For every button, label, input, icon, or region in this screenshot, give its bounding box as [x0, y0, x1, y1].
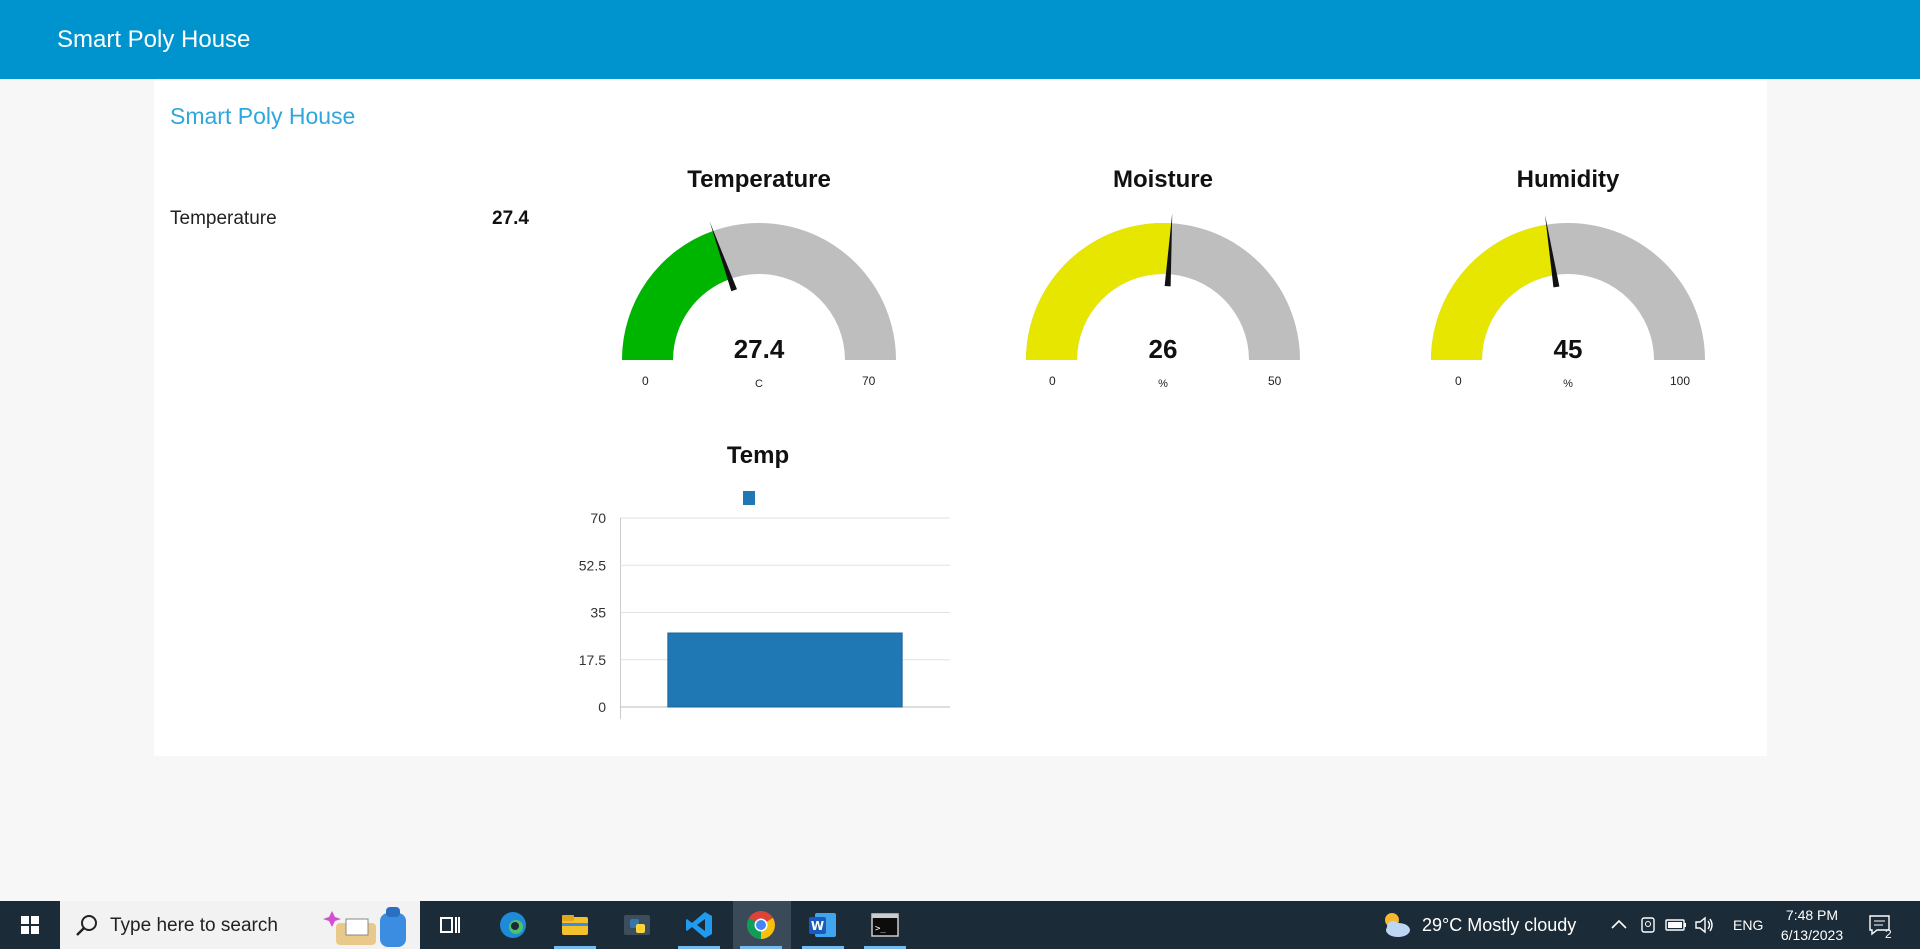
bar [667, 632, 903, 708]
clock-date[interactable]: 6/13/2023 [1770, 927, 1854, 943]
weather-cloudy-icon[interactable] [1378, 909, 1414, 941]
svg-text:>_: >_ [875, 924, 886, 934]
windows-logo-icon [21, 916, 39, 934]
edge-icon[interactable] [497, 909, 529, 941]
chrome-icon[interactable] [745, 909, 777, 941]
temperature-text-value: 27.4 [492, 208, 529, 229]
temperature-text-label: Temperature [170, 208, 277, 229]
gauge-min: 0 [1455, 374, 1462, 388]
gauge-max: 100 [1670, 374, 1691, 388]
clock-time[interactable]: 7:48 PM [1778, 907, 1846, 923]
search-icon [76, 915, 97, 936]
humidity-gauge: Humidity 45 % 0 100 [1408, 166, 1728, 390]
y-tick-label: 35 [590, 605, 606, 621]
volume-icon[interactable] [1693, 914, 1717, 936]
card-title: Smart Poly House [170, 103, 356, 129]
gauge-min: 0 [1049, 374, 1056, 388]
weather-text[interactable]: 29°C Mostly cloudy [1422, 915, 1576, 936]
gauge-max: 70 [862, 374, 876, 388]
word-icon[interactable]: W [807, 909, 839, 941]
windows-start-button[interactable] [0, 901, 60, 949]
temp-bar-chart: 0 17.5 35 52.5 70 [579, 491, 950, 719]
windows-taskbar: Type here to search W >_ 29°C Mostly clo… [0, 901, 1920, 949]
meet-now-icon[interactable] [1639, 914, 1659, 936]
y-tick-label: 52.5 [579, 557, 606, 573]
task-view-icon[interactable] [434, 909, 466, 941]
chart-title: Temp [726, 442, 790, 469]
y-tick-label: 0 [598, 699, 606, 715]
battery-icon[interactable] [1664, 914, 1688, 936]
temperature-gauge: Temperature 27.4 C 0 70 [599, 166, 919, 390]
python-idle-icon[interactable] [621, 909, 653, 941]
gauge-max: 50 [1268, 374, 1282, 388]
moisture-gauge: Moisture 26 % 0 50 [1003, 166, 1323, 390]
legend-swatch [743, 491, 755, 505]
file-explorer-icon[interactable] [559, 909, 591, 941]
gauge-value: 26 [1148, 334, 1178, 364]
y-tick-label: 70 [590, 510, 606, 526]
search-placeholder: Type here to search [110, 915, 278, 936]
app-title: Smart Poly House [57, 26, 251, 53]
svg-text:W: W [811, 919, 824, 933]
chevron-up-icon[interactable] [1609, 915, 1629, 935]
taskbar-search-box[interactable]: Type here to search [60, 901, 420, 949]
y-tick-label: 17.5 [579, 652, 606, 668]
gauge-value: 27.4 [733, 334, 785, 364]
search-highlight-icon [323, 907, 406, 947]
notification-count: 2 [1885, 927, 1892, 941]
terminal-icon[interactable]: >_ [869, 909, 901, 941]
vscode-icon[interactable] [683, 909, 715, 941]
language-indicator[interactable]: ENG [1733, 917, 1763, 933]
app-header: Smart Poly House [0, 0, 1920, 79]
gauge-value: 45 [1553, 334, 1583, 364]
gauge-min: 0 [642, 374, 649, 388]
